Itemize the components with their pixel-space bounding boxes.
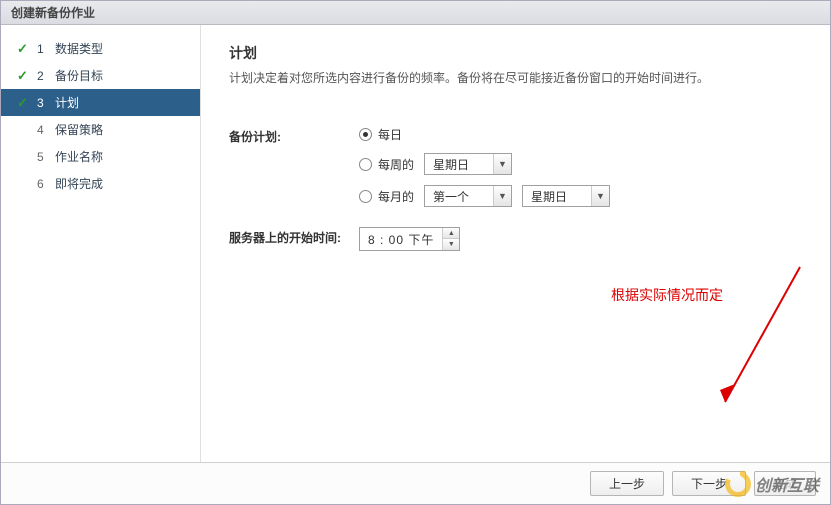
- step-schedule[interactable]: ✓ 3 计划: [1, 89, 200, 116]
- radio-weekly[interactable]: [359, 158, 372, 171]
- schedule-label: 备份计划:: [229, 126, 359, 145]
- page-heading: 计划: [229, 43, 802, 63]
- window-title: 创建新备份作业: [1, 1, 830, 25]
- annotation-note: 根据实际情况而定: [611, 285, 723, 305]
- weekly-day-select[interactable]: 星期日 ▼: [424, 153, 512, 175]
- check-icon: ✓: [17, 68, 31, 84]
- radio-weekly-label: 每周的: [378, 156, 414, 173]
- spinner-up-icon[interactable]: ▲: [443, 228, 459, 239]
- radio-daily[interactable]: [359, 128, 372, 141]
- wizard-steps: ✓ 1 数据类型 ✓ 2 备份目标 ✓ 3 计划 4 保留策略 5: [1, 25, 201, 462]
- chevron-down-icon: ▼: [493, 186, 511, 206]
- chevron-down-icon: ▼: [493, 154, 511, 174]
- radio-monthly-label: 每月的: [378, 188, 414, 205]
- start-time-input[interactable]: 8 : 00 下午 ▲ ▼: [359, 227, 460, 251]
- monthly-day-select[interactable]: 星期日 ▼: [522, 185, 610, 207]
- prev-button[interactable]: 上一步: [590, 471, 664, 496]
- step-finish[interactable]: 6 即将完成: [1, 170, 200, 197]
- step-retention[interactable]: 4 保留策略: [1, 116, 200, 143]
- check-icon: ✓: [17, 41, 31, 57]
- check-icon: ✓: [17, 95, 31, 111]
- radio-daily-label: 每日: [378, 126, 402, 143]
- wizard-footer: 上一步 下一步 完成: [1, 462, 830, 504]
- next-button[interactable]: 下一步: [672, 471, 746, 496]
- step-job-name[interactable]: 5 作业名称: [1, 143, 200, 170]
- radio-monthly[interactable]: [359, 190, 372, 203]
- step-data-type[interactable]: ✓ 1 数据类型: [1, 35, 200, 62]
- chevron-down-icon: ▼: [591, 186, 609, 206]
- spinner-down-icon[interactable]: ▼: [443, 239, 459, 250]
- monthly-pos-select[interactable]: 第一个 ▼: [424, 185, 512, 207]
- start-time-label: 服务器上的开始时间:: [229, 227, 359, 246]
- step-backup-target[interactable]: ✓ 2 备份目标: [1, 62, 200, 89]
- finish-button: 完成: [754, 471, 816, 496]
- page-description: 计划决定着对您所选内容进行备份的频率。备份将在尽可能接近备份窗口的开始时间进行。: [229, 69, 802, 86]
